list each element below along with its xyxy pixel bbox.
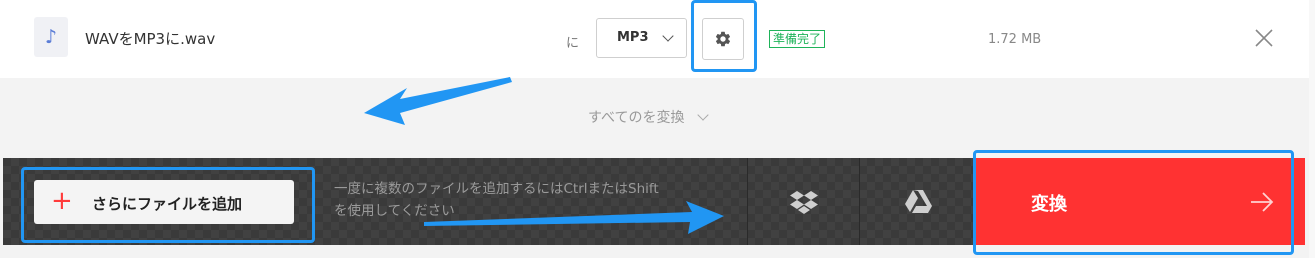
gear-icon xyxy=(715,31,731,47)
convert-button[interactable]: 変換 xyxy=(974,158,1305,245)
status-badge: 準備完了 xyxy=(769,30,826,48)
bottom-action-bar: + さらにファイルを追加 一度に複数のファイルを追加するにはCtrlまたはShi… xyxy=(3,158,1305,245)
to-label: に xyxy=(566,36,580,51)
google-drive-button[interactable] xyxy=(859,158,975,245)
arrow-right-icon xyxy=(1251,192,1274,212)
format-value: MP3 xyxy=(617,30,649,45)
dropbox-icon xyxy=(790,190,818,214)
arrow-pointing-left xyxy=(364,77,512,125)
hint-line-1: 一度に複数のファイルを追加するにはCtrlまたはShift xyxy=(334,181,659,197)
add-more-files-button[interactable]: + さらにファイルを追加 xyxy=(34,180,294,224)
multi-file-hint: 一度に複数のファイルを追加するにはCtrlまたはShift を使用してください xyxy=(334,178,734,222)
add-files-label: さらにファイルを追加 xyxy=(92,195,243,213)
convert-all-label: すべてのを変換 xyxy=(588,110,685,126)
convert-all-toggle[interactable]: すべてのを変換 xyxy=(588,107,709,127)
dropbox-button[interactable] xyxy=(747,158,860,245)
file-name: WAVをMP3に.wav xyxy=(85,30,216,48)
file-row: ♪ WAVをMP3に.wav に MP3 準備完了 1.72 MB xyxy=(0,0,1309,78)
chevron-down-icon xyxy=(662,30,674,42)
scrollbar-track[interactable] xyxy=(1309,0,1315,258)
chevron-down-icon xyxy=(697,109,709,121)
plus-icon: + xyxy=(51,186,73,216)
close-icon[interactable] xyxy=(1253,27,1275,49)
convert-label: 変換 xyxy=(1031,194,1067,215)
file-size: 1.72 MB xyxy=(988,32,1042,47)
google-drive-icon xyxy=(904,189,932,213)
music-note-icon: ♪ xyxy=(34,17,68,57)
settings-button[interactable] xyxy=(702,18,744,60)
hint-line-2: を使用してください xyxy=(334,203,455,219)
output-format-select[interactable]: MP3 xyxy=(596,18,687,58)
